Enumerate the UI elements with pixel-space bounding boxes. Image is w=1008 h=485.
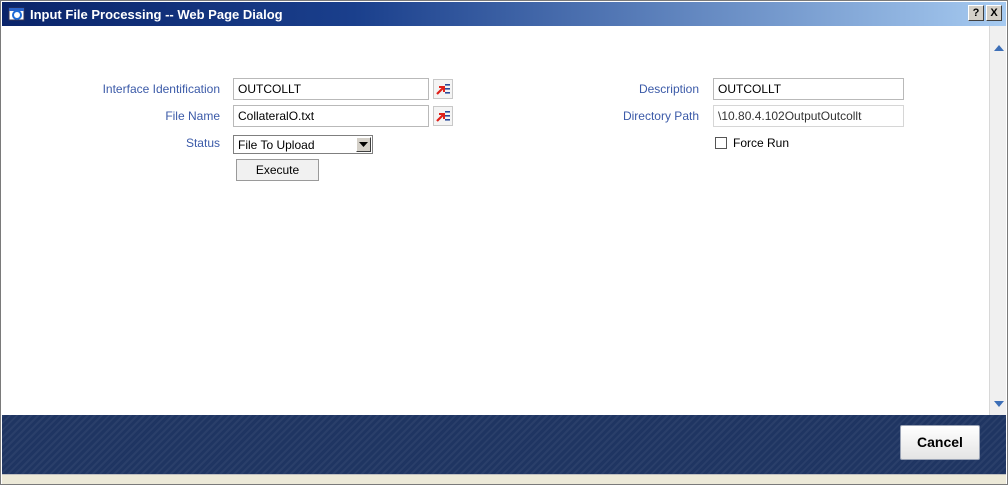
status-select[interactable]: File To Upload (233, 135, 373, 154)
lov-icon[interactable] (433, 106, 453, 126)
dialog-footer: Cancel (2, 415, 1006, 474)
ie-dialog-icon (8, 6, 26, 22)
window-title: Input File Processing -- Web Page Dialog (30, 6, 283, 22)
help-icon[interactable]: ? (968, 5, 984, 21)
close-icon[interactable]: X (986, 5, 1002, 21)
dialog-content: Interface Identification OUTCOLLT File N… (2, 26, 1006, 415)
lov-icon[interactable] (433, 79, 453, 99)
interface-identification-input[interactable]: OUTCOLLT (233, 78, 429, 100)
force-run-checkbox[interactable] (715, 137, 727, 149)
status-bar (2, 474, 1006, 484)
cancel-button[interactable]: Cancel (900, 425, 980, 460)
description-input[interactable]: OUTCOLLT (713, 78, 904, 100)
scroll-down-icon[interactable] (991, 396, 1006, 411)
execute-button[interactable]: Execute (236, 159, 319, 181)
dialog-window: Input File Processing -- Web Page Dialog… (0, 0, 1008, 485)
file-name-input[interactable]: CollateralO.txt (233, 105, 429, 127)
directory-path-label: Directory Path (622, 109, 699, 123)
force-run-label: Force Run (733, 136, 790, 150)
status-label: Status (185, 136, 220, 150)
vertical-scrollbar[interactable] (989, 26, 1006, 415)
file-name-label: File Name (165, 109, 220, 123)
directory-path-input[interactable]: \10.80.4.102OutputOutcollt (713, 105, 904, 127)
interface-identification-label: Interface Identification (102, 82, 220, 96)
description-label: Description (638, 82, 699, 96)
status-select-value: File To Upload (238, 138, 315, 152)
dropdown-arrow-icon[interactable] (356, 137, 371, 152)
title-bar: Input File Processing -- Web Page Dialog… (2, 2, 1006, 26)
scroll-up-icon[interactable] (991, 40, 1006, 55)
